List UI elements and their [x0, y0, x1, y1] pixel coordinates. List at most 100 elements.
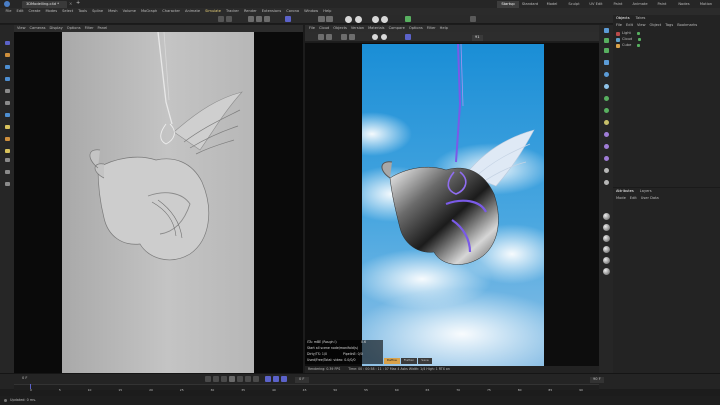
pv-menu-filter[interactable]: Filter — [427, 26, 436, 31]
layout-tab[interactable]: Animate — [629, 1, 651, 8]
uv-icon[interactable] — [0, 181, 14, 187]
close-icon[interactable]: × — [69, 2, 72, 6]
undo-icon[interactable] — [218, 16, 224, 22]
layout-tab[interactable]: Sculpt — [563, 1, 585, 8]
record-icon[interactable] — [265, 376, 271, 382]
menu-edit[interactable]: Edit — [14, 9, 26, 14]
menu-create[interactable]: Create — [26, 9, 43, 14]
brush-icon[interactable] — [0, 136, 14, 142]
objects-menu-tags[interactable]: Tags — [665, 23, 673, 30]
layout-tab[interactable]: UV Edit — [585, 1, 607, 8]
layout-tab[interactable]: Model — [541, 1, 563, 8]
next-key-icon[interactable] — [245, 376, 251, 382]
material-ball-icon[interactable] — [603, 224, 610, 231]
material-ball-icon[interactable] — [603, 213, 610, 220]
attributes-menu-userdata[interactable]: User Data — [641, 196, 659, 203]
menu-animate[interactable]: Animate — [183, 9, 203, 14]
menu-corona[interactable]: Corona — [284, 9, 302, 14]
objects-menu-edit[interactable]: Edit — [626, 23, 633, 30]
redo-icon[interactable] — [226, 16, 232, 22]
move-icon[interactable] — [248, 16, 254, 22]
menu-character[interactable]: Character — [160, 9, 183, 14]
objects-menu-file[interactable]: File — [616, 23, 622, 30]
menu-mesh[interactable]: Mesh — [106, 9, 120, 14]
pv-menu-help[interactable]: Help — [440, 26, 448, 31]
spline-icon[interactable] — [602, 37, 611, 44]
generator-icon[interactable] — [602, 47, 611, 54]
live-select-icon[interactable] — [0, 88, 14, 94]
objects-menu-object[interactable]: Object — [650, 23, 662, 30]
viewport-menu-filter[interactable]: Filter — [85, 26, 94, 31]
keyframe-icon[interactable] — [281, 376, 287, 382]
settings-icon[interactable] — [470, 16, 476, 22]
light-icon[interactable] — [602, 83, 611, 90]
pv-color-icon[interactable] — [372, 34, 378, 40]
menu-tools[interactable]: Tools — [76, 9, 90, 14]
scale-icon[interactable] — [256, 16, 262, 22]
play-icon[interactable] — [229, 376, 235, 382]
pv-region-icon[interactable] — [341, 34, 347, 40]
menu-help[interactable]: Help — [321, 9, 334, 14]
pv-alpha-icon[interactable] — [381, 34, 387, 40]
camera-icon[interactable] — [602, 71, 611, 78]
layout-tab[interactable]: Motion — [695, 1, 717, 8]
select-icon[interactable] — [285, 16, 291, 22]
visibility-icon[interactable] — [637, 44, 641, 47]
current-frame[interactable]: 0 F — [295, 377, 309, 383]
sphere-icon[interactable] — [355, 16, 362, 23]
attributes-menu-edit[interactable]: Edit — [630, 196, 637, 203]
spline-pen-icon[interactable] — [0, 157, 14, 163]
attributes-menu-mode[interactable]: Mode — [616, 196, 626, 203]
list-item[interactable]: Cube — [613, 43, 719, 48]
pv-menu-version[interactable]: Version — [351, 26, 364, 31]
deformer-icon[interactable] — [602, 59, 611, 66]
menu-window[interactable]: Window — [302, 9, 321, 14]
pv-stop-icon[interactable] — [326, 34, 332, 40]
menu-mograph[interactable]: MoGraph — [138, 9, 159, 14]
pv-menu-materials[interactable]: Materials — [368, 26, 384, 31]
rotate-icon[interactable] — [264, 16, 270, 22]
menu-simulate[interactable]: Simulate — [203, 9, 224, 14]
add-tab-icon[interactable]: + — [76, 1, 80, 6]
tag-icon[interactable] — [602, 155, 611, 162]
next-frame-icon[interactable] — [237, 376, 243, 382]
light-icon[interactable] — [381, 16, 388, 23]
auto-key-icon[interactable] — [273, 376, 279, 382]
objects-menu-view[interactable]: View — [637, 23, 646, 30]
material-ball-icon[interactable] — [603, 246, 610, 253]
layout-tab[interactable]: Nodes — [673, 1, 695, 8]
mograph-icon[interactable] — [602, 119, 611, 126]
go-start-icon[interactable] — [205, 376, 211, 382]
pv-zoom-value[interactable]: 91 — [472, 35, 483, 41]
pv-menu-compare[interactable]: Compare — [389, 26, 405, 31]
field-icon[interactable] — [602, 107, 611, 114]
layout-tab[interactable]: Standard — [519, 1, 541, 8]
scale-icon[interactable] — [0, 64, 14, 70]
effector-icon[interactable] — [602, 131, 611, 138]
prev-frame-icon[interactable] — [221, 376, 227, 382]
viewport-menu-cameras[interactable]: Cameras — [30, 26, 46, 31]
doc-tab[interactable]: 3DModelling.c4d * — [22, 1, 67, 8]
prev-key-icon[interactable] — [213, 376, 219, 382]
material-ball-icon[interactable] — [603, 268, 610, 275]
material-icon[interactable] — [602, 143, 611, 150]
list-item[interactable]: Cloud — [613, 37, 719, 42]
visibility-icon[interactable] — [636, 32, 640, 35]
pv-menu-objects[interactable]: Objects — [333, 26, 347, 31]
hair-icon[interactable] — [602, 167, 611, 174]
layout-tab[interactable]: Paint — [651, 1, 673, 8]
viewport-menu-view[interactable]: View — [17, 26, 26, 31]
cube-icon[interactable] — [345, 16, 352, 23]
start-frame[interactable]: 0 F — [22, 376, 28, 381]
loop-icon[interactable] — [0, 112, 14, 118]
plus-icon[interactable] — [602, 95, 611, 102]
move-icon[interactable] — [0, 52, 14, 58]
menu-spline[interactable]: Spline — [90, 9, 106, 14]
viewport-menu-options[interactable]: Options — [67, 26, 81, 31]
magnet-icon[interactable] — [0, 148, 14, 154]
menu-extensions[interactable]: Extensions — [259, 9, 284, 14]
menu-select[interactable]: Select — [60, 9, 76, 14]
timeline[interactable]: 0 F 0 F 90 F — [0, 373, 720, 390]
objects-menu-bookmarks[interactable]: Bookmarks — [677, 23, 697, 30]
menu-tracker[interactable]: Tracker — [224, 9, 242, 14]
